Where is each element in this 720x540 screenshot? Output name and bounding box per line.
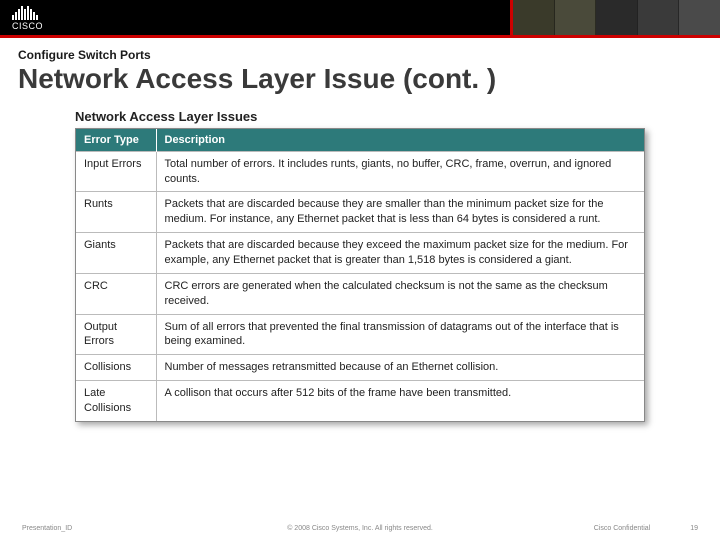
logo-bars-icon (12, 6, 38, 20)
col-error-type: Error Type (76, 129, 156, 152)
issues-panel: Error Type Description Input ErrorsTotal… (75, 128, 645, 422)
cell-type: Input Errors (76, 151, 156, 192)
slide-title: Network Access Layer Issue (cont. ) (18, 64, 702, 95)
panel-title: Network Access Layer Issues (75, 109, 645, 124)
cell-desc: Packets that are discarded because they … (156, 233, 644, 274)
cell-desc: CRC errors are generated when the calcul… (156, 273, 644, 314)
table-row: Input ErrorsTotal number of errors. It i… (76, 151, 644, 192)
cisco-logo: CISCO (0, 4, 43, 31)
top-bar: CISCO (0, 0, 720, 35)
col-description: Description (156, 129, 644, 152)
table-row: Late CollisionsA collison that occurs af… (76, 381, 644, 421)
table-row: RuntsPackets that are discarded because … (76, 192, 644, 233)
table-row: Output ErrorsSum of all errors that prev… (76, 314, 644, 355)
footer-page: 19 (690, 525, 698, 532)
cell-type: Giants (76, 233, 156, 274)
cell-desc: A collison that occurs after 512 bits of… (156, 381, 644, 421)
cell-desc: Packets that are discarded because they … (156, 192, 644, 233)
logo-text: CISCO (12, 21, 43, 31)
cell-desc: Number of messages retransmitted because… (156, 355, 644, 381)
cell-type: Collisions (76, 355, 156, 381)
footer-confidential: Cisco Confidential (594, 525, 650, 532)
cell-type: Late Collisions (76, 381, 156, 421)
footer-copyright: © 2008 Cisco Systems, Inc. All rights re… (287, 525, 433, 532)
slide-kicker: Configure Switch Ports (18, 48, 702, 62)
people-image-strip (510, 0, 720, 35)
table-row: GiantsPackets that are discarded because… (76, 233, 644, 274)
slide-content: Configure Switch Ports Network Access La… (0, 38, 720, 422)
slide-footer: Presentation_ID © 2008 Cisco Systems, In… (0, 525, 720, 532)
table-row: CRCCRC errors are generated when the cal… (76, 273, 644, 314)
cell-desc: Total number of errors. It includes runt… (156, 151, 644, 192)
table-row: CollisionsNumber of messages retransmitt… (76, 355, 644, 381)
cell-type: Output Errors (76, 314, 156, 355)
cell-type: CRC (76, 273, 156, 314)
issues-table: Error Type Description Input ErrorsTotal… (76, 129, 644, 421)
footer-left: Presentation_ID (22, 525, 72, 532)
cell-type: Runts (76, 192, 156, 233)
cell-desc: Sum of all errors that prevented the fin… (156, 314, 644, 355)
